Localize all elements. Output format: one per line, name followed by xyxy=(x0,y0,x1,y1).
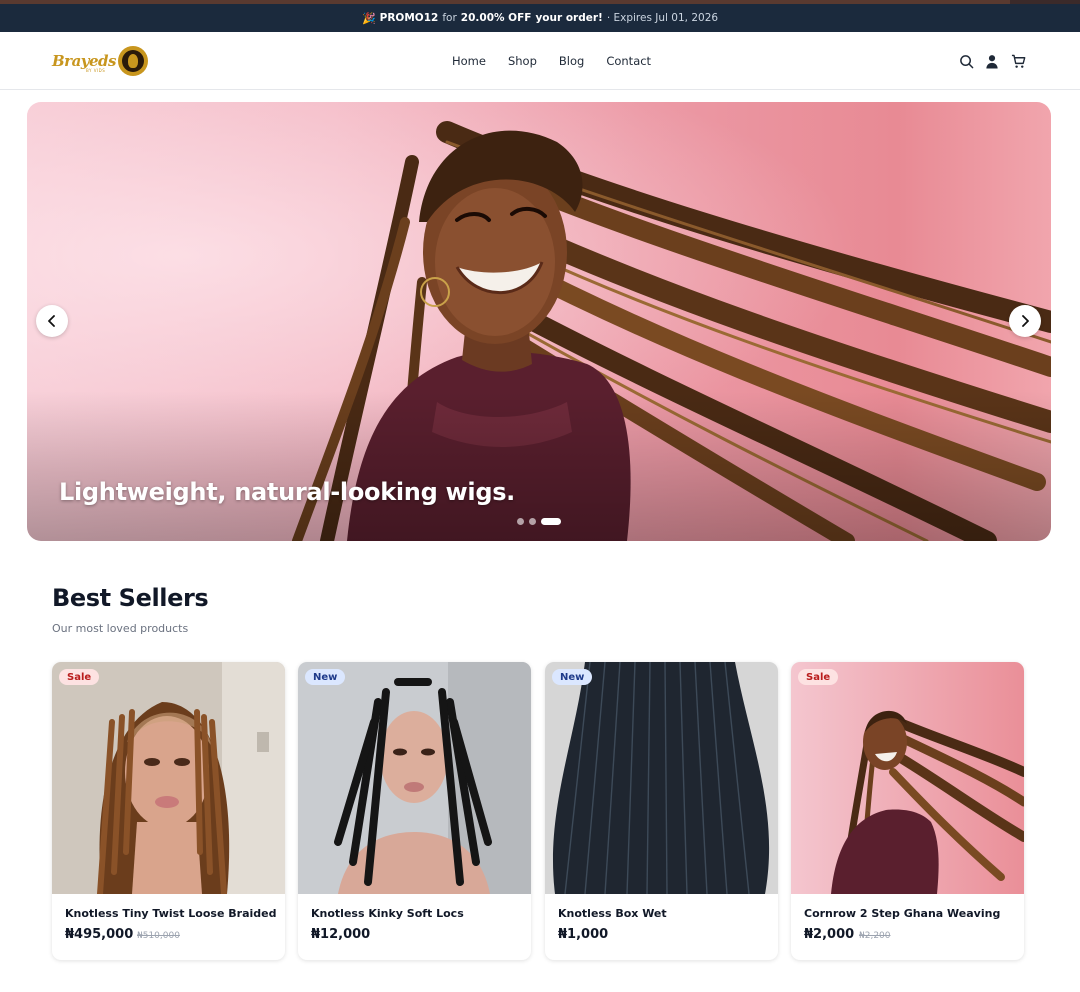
chevron-right-icon xyxy=(1022,315,1029,327)
logo-text: Brayeds xyxy=(52,52,117,70)
product-badge-new: New xyxy=(305,669,346,685)
brand-logo[interactable]: Brayeds BY VIDS xyxy=(52,44,148,78)
main-nav: Home Shop Blog Contact xyxy=(452,32,651,90)
promo-for: for xyxy=(442,12,457,24)
product-image[interactable]: Sale xyxy=(52,662,285,894)
carousel-prev-button[interactable] xyxy=(36,305,68,337)
best-sellers-subtitle: Our most loved products xyxy=(52,622,189,635)
product-badge-sale: Sale xyxy=(59,669,100,685)
hero-carousel[interactable]: Lightweight, natural-looking wigs. xyxy=(27,102,1051,541)
product-image[interactable]: New xyxy=(545,662,778,894)
header-icons xyxy=(958,32,1026,90)
product-price: ₦1,000 xyxy=(558,927,609,942)
cart-icon[interactable] xyxy=(1010,53,1026,69)
promo-tail: your order! xyxy=(535,12,603,24)
product-card[interactable]: New Knotless Box Wet ₦1,000 xyxy=(545,662,778,960)
carousel-dots xyxy=(517,518,561,525)
product-name[interactable]: Knotless Box Wet xyxy=(558,907,667,920)
promo-discount: 20.00% OFF xyxy=(460,12,532,24)
logo-badge-icon xyxy=(118,46,148,76)
product-grid: Sale Knotless Tiny Twist Loose Braided ₦… xyxy=(52,662,1026,960)
nav-contact[interactable]: Contact xyxy=(606,54,651,68)
site-header: Brayeds BY VIDS Home Shop Blog Contact xyxy=(0,32,1080,90)
product-name[interactable]: Cornrow 2 Step Ghana Weaving xyxy=(804,907,1000,920)
product-image[interactable]: New xyxy=(298,662,531,894)
nav-blog[interactable]: Blog xyxy=(559,54,584,68)
product-price: ₦12,000 xyxy=(311,927,371,942)
chevron-left-icon xyxy=(48,315,55,327)
product-card[interactable]: Sale Knotless Tiny Twist Loose Braided ₦… xyxy=(52,662,285,960)
carousel-dot-2[interactable] xyxy=(529,518,536,525)
best-sellers-title: Best Sellers xyxy=(52,584,209,612)
carousel-next-button[interactable] xyxy=(1009,305,1041,337)
promo-code: PROMO12 xyxy=(379,12,439,24)
logo-subtext: BY VIDS xyxy=(86,68,106,73)
nav-home[interactable]: Home xyxy=(452,54,486,68)
promo-bar: 🎉 PROMO12 for 20.00% OFF your order! · E… xyxy=(0,4,1080,32)
product-price: ₦495,000 xyxy=(65,927,134,942)
product-image[interactable]: Sale xyxy=(791,662,1024,894)
search-icon[interactable] xyxy=(958,53,974,69)
product-name[interactable]: Knotless Tiny Twist Loose Braided xyxy=(65,907,276,920)
product-old-price: ₦510,000 xyxy=(137,931,180,941)
product-badge-sale: Sale xyxy=(798,669,839,685)
carousel-dot-1[interactable] xyxy=(517,518,524,525)
product-card[interactable]: Sale Cornrow 2 Step Ghana Weaving ₦2,000… xyxy=(791,662,1024,960)
product-card[interactable]: New Knotless Kinky Soft Locs ₦12,000 xyxy=(298,662,531,960)
nav-shop[interactable]: Shop xyxy=(508,54,537,68)
product-price: ₦2,000 xyxy=(804,927,855,942)
product-badge-new: New xyxy=(552,669,593,685)
promo-expires: · Expires Jul 01, 2026 xyxy=(606,12,719,24)
hero-caption: Lightweight, natural-looking wigs. xyxy=(59,478,515,506)
user-icon[interactable] xyxy=(984,53,1000,69)
product-name[interactable]: Knotless Kinky Soft Locs xyxy=(311,907,464,920)
carousel-dot-3[interactable] xyxy=(541,518,561,525)
product-old-price: ₦2,200 xyxy=(859,931,891,941)
party-icon: 🎉 xyxy=(361,11,376,25)
